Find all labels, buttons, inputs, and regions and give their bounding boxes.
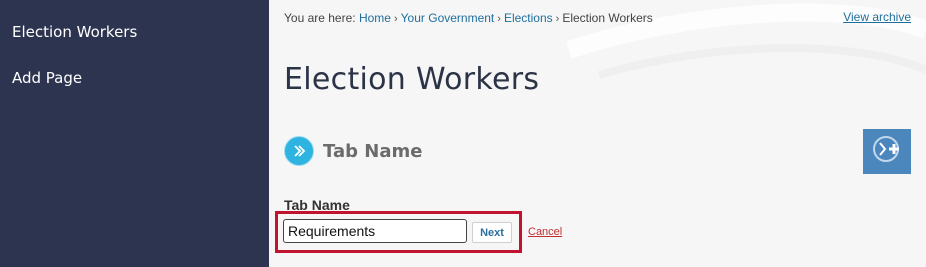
breadcrumb-link-your-government[interactable]: Your Government [401, 11, 495, 25]
breadcrumb-link-home[interactable]: Home [359, 11, 391, 25]
sidebar-item-election-workers[interactable]: Election Workers [12, 23, 137, 41]
sidebar: Election Workers Add Page [0, 0, 269, 267]
add-tab-button[interactable] [863, 129, 911, 174]
tab-name-label: Tab Name [284, 197, 350, 213]
sidebar-item-add-page[interactable]: Add Page [12, 69, 82, 87]
add-tab-icon [870, 132, 904, 171]
tab-section-header: Tab Name [284, 136, 422, 166]
breadcrumb: You are here: Home › Your Government › Elect… [284, 11, 653, 25]
breadcrumb-current: Election Workers [562, 11, 653, 25]
breadcrumb-separator: › [555, 13, 560, 25]
view-archive-link[interactable]: View archive [843, 10, 911, 24]
tab-section-title: Tab Name [323, 140, 423, 162]
breadcrumb-link-elections[interactable]: Elections [504, 11, 553, 25]
breadcrumb-separator: › [393, 13, 398, 25]
cancel-link[interactable]: Cancel [528, 226, 562, 238]
page-title: Election Workers [284, 62, 540, 97]
breadcrumb-prefix: You are here: [284, 11, 356, 25]
next-button[interactable]: Next [472, 222, 512, 243]
breadcrumb-separator: › [497, 13, 501, 25]
tab-name-input[interactable] [283, 219, 467, 243]
chevron-circle-icon [284, 136, 314, 166]
